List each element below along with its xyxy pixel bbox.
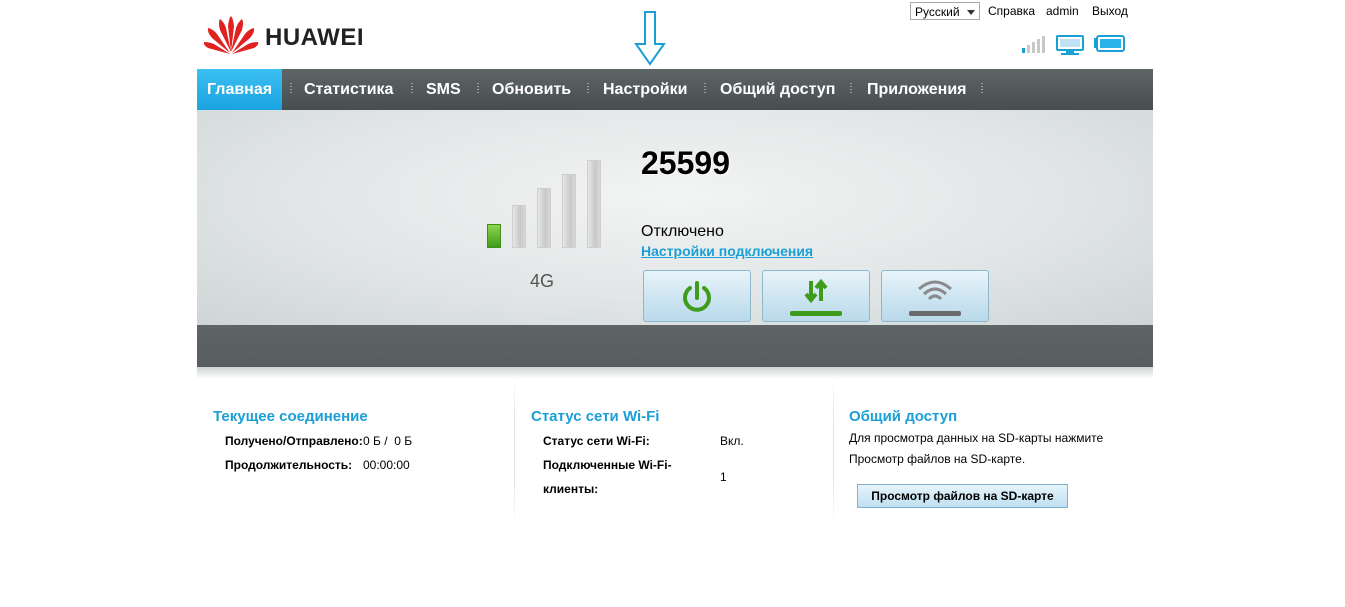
nav-item-statistics[interactable]: Статистика <box>304 69 393 110</box>
help-link[interactable]: Справка <box>988 4 1035 18</box>
logout-link[interactable]: Выход <box>1092 4 1128 18</box>
operator-name: 25599 <box>641 145 730 181</box>
user-link[interactable]: admin <box>1046 4 1079 18</box>
battery-icon <box>1094 35 1125 52</box>
wifi-icon <box>909 280 961 316</box>
wifi-clients-label-line1: Подключенные Wi-Fi- <box>543 458 672 472</box>
current-connection-title: Текущее соединение <box>213 408 368 425</box>
divider-shadow <box>197 367 1153 379</box>
brand-name: HUAWEI <box>265 24 364 51</box>
signal-bar <box>512 205 526 248</box>
connection-status: Отключено <box>641 223 724 240</box>
sharing-text-line1: Для просмотра данных на SD-карты нажмите <box>849 431 1104 445</box>
nav-item-settings[interactable]: Настройки <box>603 69 687 110</box>
signal-bar <box>487 224 501 248</box>
view-sd-files-button[interactable]: Просмотр файлов на SD-карте <box>857 484 1068 508</box>
connect-button[interactable] <box>643 270 751 322</box>
main-navbar: Главная Статистика SMS Обновить Настройк… <box>197 69 1153 110</box>
signal-bar <box>562 174 576 248</box>
sharing-text-line2: Просмотр файлов на SD-карте. <box>849 452 1026 466</box>
duration-label: Продолжительность: <box>225 458 353 472</box>
wifi-clients-label-line2: клиенты: <box>543 482 599 496</box>
nav-separator <box>981 83 983 95</box>
sharing-title: Общий доступ <box>849 408 958 425</box>
nav-item-home[interactable]: Главная <box>197 69 283 110</box>
status-footer-band <box>197 325 1153 367</box>
signal-bar <box>587 160 601 248</box>
signal-strength-icon <box>1022 36 1045 53</box>
chevron-down-icon <box>967 10 975 15</box>
data-switch-button[interactable] <box>762 270 870 322</box>
language-select-value: Русский <box>915 5 960 19</box>
wifi-button[interactable] <box>881 270 989 322</box>
nav-separator <box>704 83 706 95</box>
language-select[interactable]: Русский <box>910 2 980 20</box>
received-sent-value: 0 Б / 0 Б <box>363 434 413 448</box>
wifi-status-value: Вкл. <box>720 434 744 448</box>
huawei-flower-icon <box>203 16 259 54</box>
network-type: 4G <box>530 271 555 291</box>
computer-icon <box>1056 35 1084 55</box>
signal-bars <box>487 160 603 248</box>
data-transfer-icon <box>790 278 842 316</box>
arrow-down-icon <box>634 10 666 71</box>
nav-separator <box>411 83 413 95</box>
nav-item-apps[interactable]: Приложения <box>867 69 967 110</box>
power-icon <box>683 281 711 312</box>
duration-value: 00:00:00 <box>363 458 410 472</box>
connection-settings-link[interactable]: Настройки подключения <box>641 243 813 259</box>
nav-item-sharing[interactable]: Общий доступ <box>720 69 835 110</box>
nav-item-update[interactable]: Обновить <box>492 69 571 110</box>
column-divider <box>833 375 834 525</box>
wifi-clients-value: 1 <box>720 470 727 484</box>
nav-separator <box>850 83 852 95</box>
received-sent-label: Получено/Отправлено: <box>225 434 363 448</box>
nav-item-sms[interactable]: SMS <box>426 69 461 110</box>
column-divider <box>514 375 515 525</box>
nav-separator <box>290 83 292 95</box>
nav-separator <box>587 83 589 95</box>
wifi-status-label: Статус сети Wi-Fi: <box>543 434 650 448</box>
wifi-status-title: Статус сети Wi-Fi <box>531 408 660 425</box>
signal-bar <box>537 188 551 248</box>
nav-separator <box>477 83 479 95</box>
status-icons <box>1020 34 1130 55</box>
